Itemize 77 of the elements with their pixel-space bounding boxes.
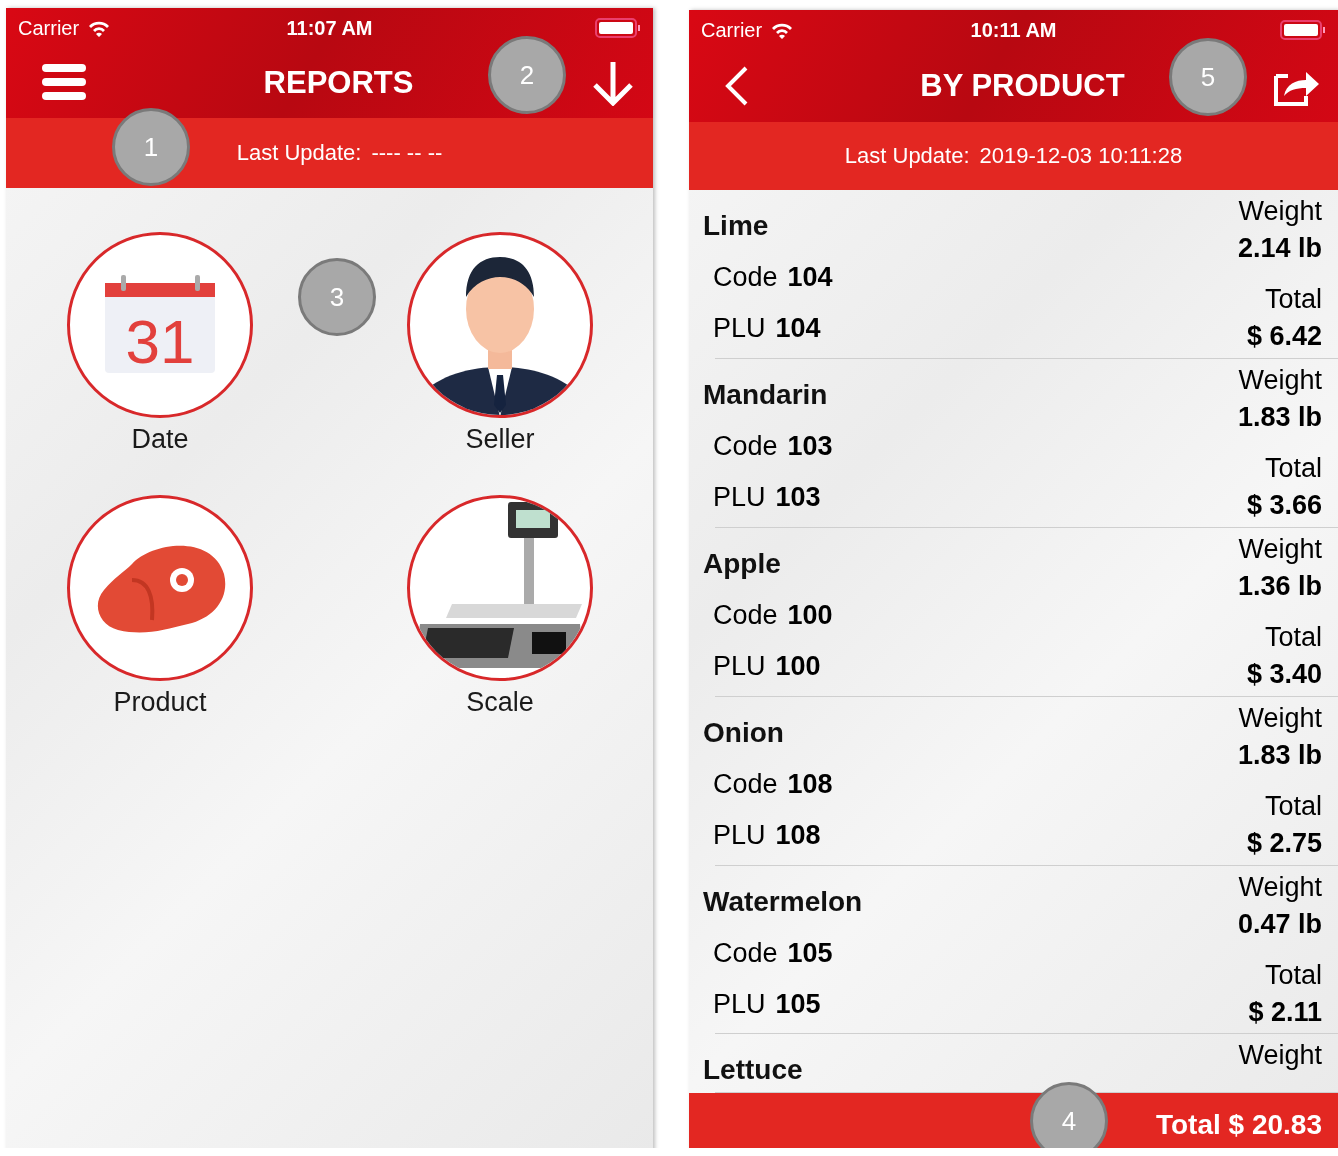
total-value: $ 2.75: [1246, 827, 1322, 859]
total-label: Total: [1264, 959, 1322, 991]
report-tile-button[interactable]: 31: [67, 232, 253, 418]
weight-value: 1.83 lb: [1237, 739, 1322, 771]
product-name: Mandarin: [703, 378, 829, 411]
plu-label: PLU: [713, 313, 766, 344]
plu-label: PLU: [713, 650, 766, 682]
tile-label: Seller: [465, 424, 535, 455]
weight-label: Weight: [1238, 364, 1322, 396]
product-row[interactable]: Lime Code 104 PLU 104 Weight 2.14 lb Total $ 6.42: [689, 190, 1338, 359]
product-row[interactable]: Watermelon Code 105 PLU 105 Weight 0.47 lb Total $ 2.11: [689, 865, 1338, 1035]
product-row[interactable]: Apple Code 100 PLU 100 Weight 1.36 lb Total $ 3.40: [689, 527, 1338, 697]
code-label: Code: [713, 937, 778, 969]
plu-label: PLU: [713, 988, 766, 1020]
code-label: Code: [713, 430, 778, 462]
total-value: $ 3.40: [1246, 658, 1322, 690]
total-value: $ 6.42: [1246, 321, 1322, 352]
battery-icon: [595, 18, 641, 38]
total-label: Total: [1264, 621, 1322, 653]
plu-value: 108: [775, 819, 821, 851]
wifi-icon: [770, 21, 795, 39]
plu-value: 100: [775, 650, 821, 682]
weight-label: Weight: [1238, 533, 1322, 565]
product-name: Watermelon: [703, 885, 863, 918]
weight-label: Weight: [1238, 1040, 1322, 1072]
down-arrow-icon[interactable]: [591, 60, 635, 106]
status-time: 10:11 AM: [970, 18, 1057, 42]
carrier-label: Carrier: [18, 16, 80, 40]
product-name: Apple: [703, 547, 782, 580]
weight-label: Weight: [1238, 702, 1322, 734]
total-value: $ 2.11: [1248, 996, 1322, 1028]
screen-title: REPORTS: [262, 65, 415, 101]
total-label: Total: [1264, 284, 1322, 315]
status-time: 11:07 AM: [286, 16, 373, 40]
total-label: Total: [1264, 790, 1322, 822]
weight-label: Weight: [1238, 196, 1322, 227]
code-value: 100: [787, 599, 833, 631]
menu-icon[interactable]: [42, 64, 86, 102]
last-update-value: ---- -- --: [371, 140, 443, 166]
battery-icon: [1280, 20, 1326, 40]
product-name: Lime: [703, 210, 770, 242]
code-value: 108: [787, 768, 833, 800]
last-update-label: Last Update:: [844, 143, 970, 169]
screen-title: BY PRODUCT: [919, 68, 1126, 104]
code-value: 104: [787, 262, 833, 293]
back-icon[interactable]: [725, 66, 749, 106]
plu-value: 105: [775, 988, 821, 1020]
total-label: Total: [1264, 452, 1322, 484]
tile-label: Scale: [466, 687, 534, 718]
code-label: Code: [713, 768, 778, 800]
last-update-label: Last Update:: [236, 140, 362, 166]
weight-label: Weight: [1238, 871, 1322, 903]
weight-value: 0.47 lb: [1237, 908, 1322, 940]
product-name: Lettuce: [703, 1054, 803, 1087]
grand-total: Total $ 20.83: [1156, 1108, 1322, 1141]
code-label: Code: [713, 262, 778, 293]
plu-value: 103: [775, 481, 821, 513]
plu-label: PLU: [713, 481, 766, 513]
code-value: 105: [787, 937, 833, 969]
plu-label: PLU: [713, 819, 766, 851]
plu-value: 104: [775, 313, 821, 344]
code-value: 103: [787, 430, 833, 462]
weight-value: 1.83 lb: [1237, 401, 1322, 433]
weight-value: 1.36 lb: [1237, 570, 1322, 602]
callout-marker: 4: [1030, 1082, 1108, 1148]
callout-marker: 3: [298, 258, 376, 336]
tile-label: Date: [131, 424, 189, 455]
product-name: Onion: [703, 716, 785, 749]
wifi-icon: [87, 19, 112, 37]
product-row[interactable]: Mandarin Code 103 PLU 103 Weight 1.83 lb Total $ 3.66: [689, 358, 1338, 528]
carrier-label: Carrier: [701, 18, 763, 42]
weight-value: 2.14 lb: [1237, 233, 1322, 264]
last-update-value: 2019-12-03 10:11:28: [979, 143, 1183, 169]
total-value: $ 3.66: [1246, 489, 1322, 521]
product-row[interactable]: Onion Code 108 PLU 108 Weight 1.83 lb Total $ 2.75: [689, 696, 1338, 866]
code-label: Code: [713, 599, 778, 631]
tile-label: Product: [113, 687, 207, 718]
